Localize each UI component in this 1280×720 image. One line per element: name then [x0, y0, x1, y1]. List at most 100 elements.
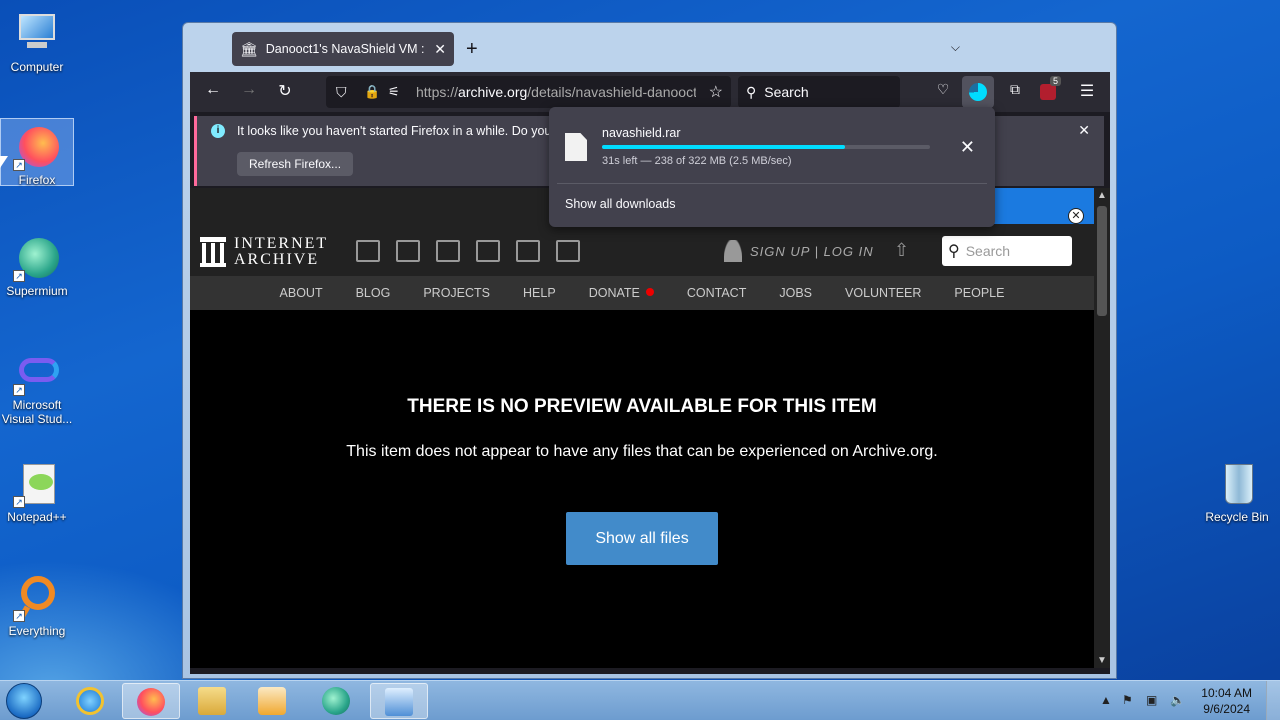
pocket-icon[interactable]: ♡: [932, 81, 954, 98]
everything-icon: ↗: [13, 574, 61, 622]
desktop-icon-label: Supermium: [6, 284, 68, 298]
page-scrollbar[interactable]: ▲ ▼: [1094, 188, 1110, 668]
web-icon[interactable]: [356, 240, 380, 262]
network-icon[interactable]: ▣: [1146, 693, 1162, 709]
shortcut-arrow-icon: ↗: [13, 610, 25, 622]
shield-icon[interactable]: ⛉: [336, 84, 347, 101]
desktop-icon-visual-studio[interactable]: ↗ Microsoft Visual Stud...: [0, 344, 74, 426]
taskbar-control-panel[interactable]: [370, 683, 428, 719]
search-bar[interactable]: ⚲ Search: [738, 76, 900, 108]
archive-building-icon: [200, 237, 226, 267]
action-center-flag-icon[interactable]: ⚑: [1122, 693, 1138, 709]
notification-close-icon[interactable]: ✕: [1078, 122, 1090, 139]
taskbar-ie[interactable]: [62, 683, 120, 719]
nav-people[interactable]: PEOPLE: [954, 286, 1004, 300]
tab-active[interactable]: 🏛 Danooct1's NavaShield VM : Fre ✕: [232, 32, 454, 66]
firefox-window: ▁ ▭ ✕ 🏛 Danooct1's NavaShield VM : Fre ✕…: [182, 22, 1117, 679]
downloads-divider: [557, 183, 987, 184]
file-icon: [565, 133, 587, 161]
desktop-icon-label: Everything: [8, 624, 66, 638]
show-hidden-icons[interactable]: ▲: [1100, 693, 1116, 709]
nav-jobs[interactable]: JOBS: [779, 286, 812, 300]
ublock-extension-icon[interactable]: [1040, 84, 1056, 100]
scroll-down-icon[interactable]: ▼: [1097, 655, 1107, 666]
donate-heart-icon: [645, 288, 654, 296]
download-status: 31s left — 238 of 322 MB (2.5 MB/sec): [602, 155, 792, 167]
new-tab-button[interactable]: +: [466, 38, 478, 61]
nav-blog[interactable]: BLOG: [356, 286, 391, 300]
extension-badge: 5: [1050, 76, 1062, 86]
firefox-icon: [137, 688, 165, 716]
desktop-icon-notepadpp[interactable]: ↗ Notepad++: [0, 456, 74, 524]
software-icon[interactable]: [516, 240, 540, 262]
nav-volunteer[interactable]: VOLUNTEER: [845, 286, 921, 300]
sign-up-login[interactable]: SIGN UP | LOG IN: [724, 240, 874, 262]
refresh-firefox-button[interactable]: Refresh Firefox...: [237, 152, 354, 176]
notification-message: It looks like you haven't started Firefo…: [237, 124, 571, 138]
audio-icon[interactable]: [476, 240, 500, 262]
images-icon[interactable]: [556, 240, 580, 262]
nav-contact[interactable]: CONTACT: [687, 286, 747, 300]
desktop-icon-label: Microsoft Visual Stud...: [1, 398, 73, 426]
archive-search-input[interactable]: ⚲ Search: [942, 236, 1072, 266]
url-bar[interactable]: ⛉ 🔒 ⚟ https://archive.org/details/navash…: [326, 76, 731, 108]
desktop-icon-label: Computer: [10, 60, 64, 74]
nav-help[interactable]: HELP: [523, 286, 556, 300]
tab-close-icon[interactable]: ✕: [434, 41, 446, 58]
scroll-up-icon[interactable]: ▲: [1097, 190, 1107, 201]
show-all-files-button[interactable]: Show all files: [566, 512, 718, 565]
reload-button[interactable]: ↻: [274, 81, 296, 101]
computer-icon: [13, 10, 61, 58]
desktop-icon-recycle-bin[interactable]: Recycle Bin: [1200, 456, 1274, 524]
media-type-icons: [356, 240, 580, 262]
archive-logo[interactable]: INTERNET ARCHIVE: [200, 236, 328, 268]
info-icon: i: [211, 124, 225, 138]
permissions-icon[interactable]: ⚟: [388, 84, 400, 100]
taskbar-firefox[interactable]: [122, 683, 180, 719]
tab-title: Danooct1's NavaShield VM : Fre: [265, 42, 426, 56]
tab-bar: 🏛 Danooct1's NavaShield VM : Fre ✕ + ⌵: [190, 28, 1110, 72]
download-filename[interactable]: navashield.rar: [602, 126, 681, 140]
url-text: https://archive.org/details/navashield-d…: [416, 84, 696, 100]
media-player-icon: [258, 687, 286, 715]
recycle-bin-icon: [1213, 460, 1261, 508]
folder-icon: [198, 687, 226, 715]
desktop-icon-firefox[interactable]: ↗ Firefox: [0, 118, 74, 187]
taskbar-media-player[interactable]: [244, 683, 302, 719]
show-all-downloads-button[interactable]: Show all downloads: [565, 197, 676, 211]
nav-about[interactable]: ABOUT: [280, 286, 323, 300]
scroll-thumb[interactable]: [1097, 206, 1107, 316]
cancel-download-icon[interactable]: ✕: [960, 137, 975, 158]
visual-studio-icon: ↗: [13, 348, 61, 396]
nav-donate-wrap[interactable]: DONATE: [589, 286, 654, 300]
bookmark-star-icon[interactable]: ☆: [709, 82, 723, 102]
start-button[interactable]: [6, 683, 42, 719]
desktop-icon-supermium[interactable]: ↗ Supermium: [0, 230, 74, 298]
back-button[interactable]: ←: [202, 81, 224, 99]
shortcut-arrow-icon: ↗: [13, 384, 25, 396]
lock-icon[interactable]: 🔒: [364, 84, 380, 100]
browser-frame: 🏛 Danooct1's NavaShield VM : Fre ✕ + ⌵ ←…: [190, 28, 1110, 674]
volume-muted-icon[interactable]: 🔈: [1170, 693, 1186, 709]
download-progress-icon: [969, 83, 987, 101]
downloads-button[interactable]: [962, 76, 994, 108]
nav-projects[interactable]: PROJECTS: [423, 286, 490, 300]
show-desktop-button[interactable]: [1266, 681, 1280, 720]
taskbar-explorer[interactable]: [184, 683, 242, 719]
list-all-tabs-button[interactable]: ⌵: [951, 40, 960, 55]
supermium-icon: ↗: [13, 234, 61, 282]
video-icon[interactable]: [436, 240, 460, 262]
banner-close-icon[interactable]: ✕: [1068, 208, 1084, 224]
extensions-icon[interactable]: ⧉: [1004, 81, 1026, 98]
desktop-icon-computer[interactable]: Computer: [0, 6, 74, 74]
menu-hamburger-icon[interactable]: ☰: [1076, 81, 1098, 101]
desktop-icon-everything[interactable]: ↗ Everything: [0, 570, 74, 638]
texts-icon[interactable]: [396, 240, 420, 262]
upload-icon[interactable]: ⇧: [894, 240, 909, 261]
taskbar-supermium[interactable]: [308, 683, 366, 719]
archive-nav: ABOUT BLOG PROJECTS HELP DONATE CONTACT …: [190, 276, 1094, 310]
forward-button[interactable]: →: [238, 81, 260, 99]
search-icon: ⚲: [746, 83, 757, 100]
firefox-icon: ↗: [13, 123, 61, 171]
system-clock[interactable]: 10:04 AM 9/6/2024: [1201, 685, 1252, 717]
